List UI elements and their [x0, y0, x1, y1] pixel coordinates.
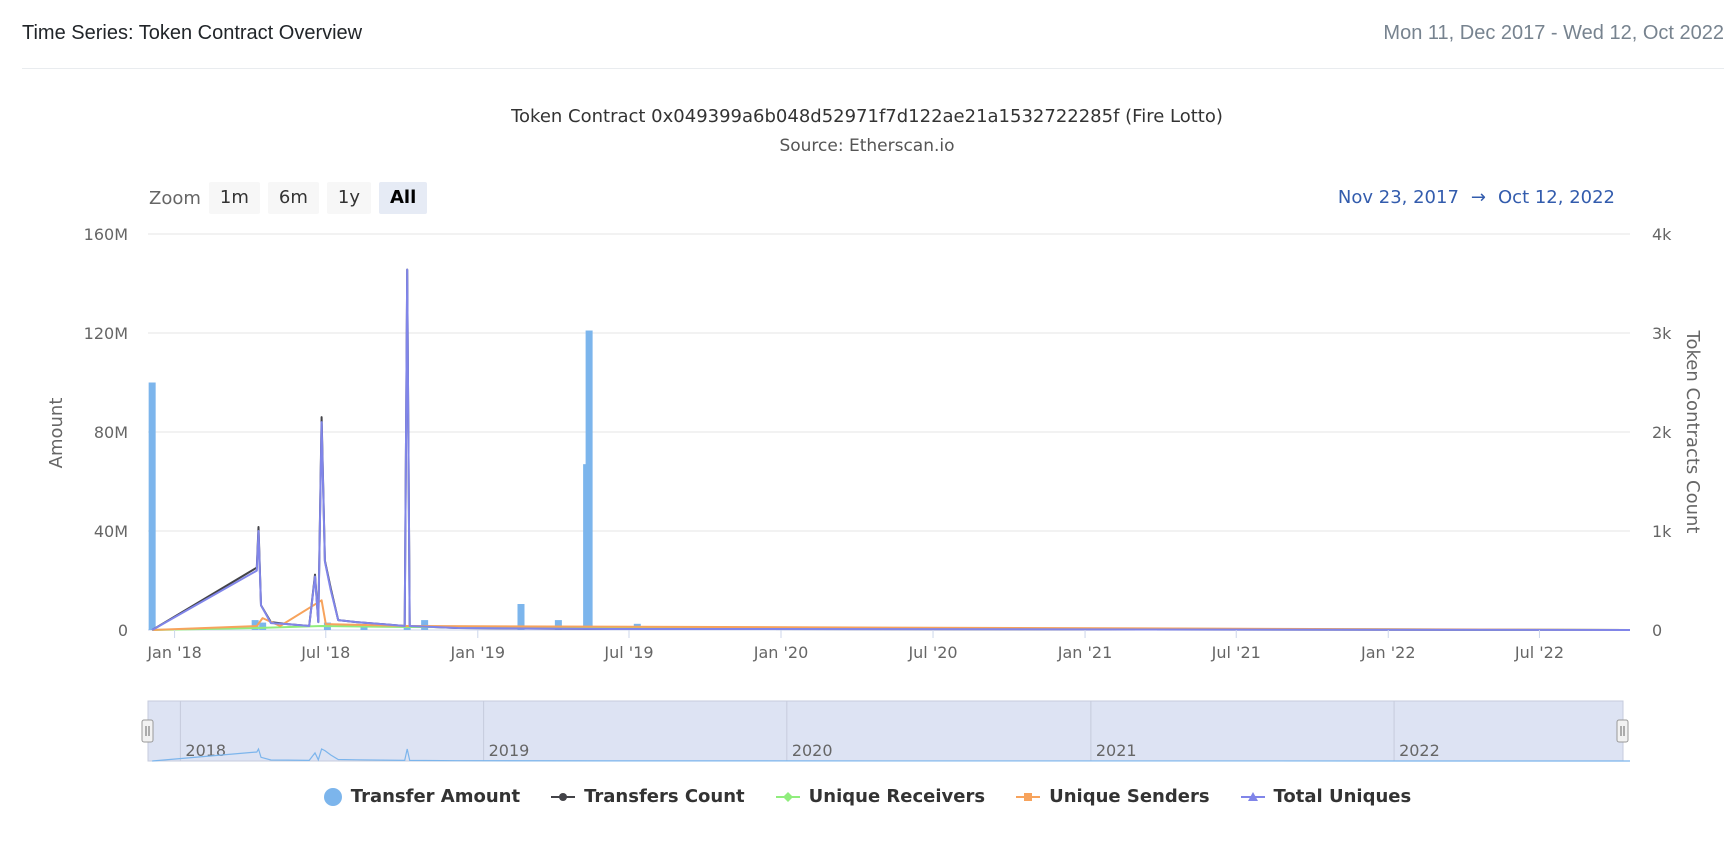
legend-item-unique-senders[interactable]: Unique Senders: [1015, 786, 1210, 807]
legend-item-unique-receivers[interactable]: Unique Receivers: [775, 786, 985, 807]
chart-canvas: Jan '18 Jul '18 Jan '19 Jul '19 Jan '20 Jul '…: [46, 225, 1703, 762]
legend-label: Unique Senders: [1049, 786, 1210, 807]
y-left-tick-label: 120M: [84, 324, 128, 343]
circle-marker-icon: [323, 787, 342, 806]
x-tick-label: Jan '20: [753, 643, 809, 662]
line-circle-marker-icon: [551, 792, 576, 801]
x-tick-label: Jan '18: [146, 643, 202, 662]
x-tick-label: Jan '19: [450, 643, 506, 662]
transfer-amount-bar[interactable]: [585, 330, 593, 630]
navigator-right-handle[interactable]: [1616, 719, 1629, 743]
y-right-tick-label: 3k: [1652, 324, 1672, 343]
y-right-tick-label: 2k: [1652, 423, 1672, 442]
line-diamond-marker-icon: [775, 791, 800, 802]
series-line-total-uniques[interactable]: [151, 268, 1631, 631]
y-left-tick-label: 40M: [94, 522, 128, 541]
y-left-tick-label: 80M: [94, 423, 128, 442]
x-tick-label: Jul '22: [1514, 643, 1564, 662]
x-tick-label: Jul '18: [300, 643, 350, 662]
line-triangle-marker-icon: [1240, 791, 1265, 801]
y-right-tick-label: 1k: [1652, 522, 1672, 541]
transfer-amount-bar[interactable]: [148, 382, 156, 631]
navigator[interactable]: 2018 2019 2020 2021 2022: [141, 700, 1631, 762]
legend-label: Unique Receivers: [808, 786, 986, 807]
x-tick-label: Jul '21: [1211, 643, 1261, 662]
x-tick-label: Jul '20: [907, 643, 957, 662]
x-tick-label: Jul '19: [603, 643, 653, 662]
navigator-year-label: 2022: [1399, 741, 1440, 760]
series-lines: [151, 268, 1631, 631]
x-tick-label: Jan '21: [1057, 643, 1113, 662]
x-tick-label: Jan '22: [1360, 643, 1416, 662]
navigator-left-handle[interactable]: [141, 719, 154, 743]
navigator-year-label: 2021: [1096, 741, 1137, 760]
y-left-tick-label: 160M: [84, 225, 128, 244]
legend-item-total-uniques[interactable]: Total Uniques: [1240, 786, 1412, 807]
y-axis-right-title: Token Contracts Count: [1682, 330, 1703, 534]
legend-label: Total Uniques: [1273, 786, 1412, 807]
y-left-tick-label: 0: [118, 621, 128, 640]
legend-item-transfers-count[interactable]: Transfers Count: [550, 786, 745, 807]
line-square-marker-icon: [1016, 792, 1041, 801]
legend-label: Transfer Amount: [350, 786, 521, 807]
navigator-year-label: 2019: [489, 741, 530, 760]
grid-lines: [148, 233, 1630, 631]
legend-label: Transfers Count: [584, 786, 745, 807]
x-axis: Jan '18 Jul '18 Jan '19 Jul '19 Jan '20 Jul '…: [146, 630, 1564, 662]
series-line-transfers-count[interactable]: [151, 268, 1631, 631]
legend: Transfer Amount Transfers Count Unique R…: [0, 786, 1734, 807]
y-axis-right: 0 1k 2k 3k 4k: [1652, 225, 1672, 640]
y-right-tick-label: 4k: [1652, 225, 1672, 244]
series-line-unique-senders[interactable]: [152, 599, 1631, 631]
legend-item-transfer-amount[interactable]: Transfer Amount: [323, 786, 520, 807]
y-axis-left: 0 40M 80M 120M 160M: [84, 225, 128, 640]
y-right-tick-label: 0: [1652, 621, 1662, 640]
navigator-year-label: 2020: [792, 741, 833, 760]
y-axis-left-title: Amount: [46, 398, 67, 469]
